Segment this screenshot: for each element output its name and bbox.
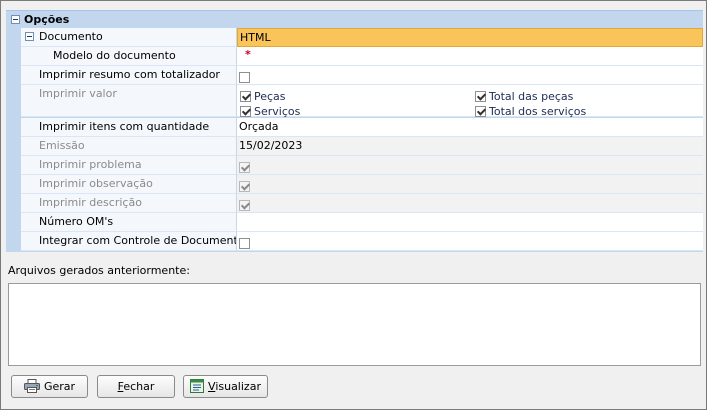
visualizar-button-label: isualizar <box>215 380 261 393</box>
row-modelo-label: Modelo do documento <box>21 47 237 66</box>
row-modelo[interactable]: Modelo do documento * <box>21 47 703 66</box>
emissao-value: 15/02/2023 <box>237 137 703 156</box>
row-imprimir-observacao[interactable]: Imprimir observação <box>21 175 703 194</box>
category-opcoes[interactable]: Opções <box>6 10 703 28</box>
row-imprimir-itens[interactable]: Imprimir itens com quantidade Orçada <box>21 118 703 137</box>
row-integrar-label: Integrar com Controle de Documentos <box>21 232 237 251</box>
option-servicos-label: Serviços <box>254 105 301 118</box>
row-documento[interactable]: Documento HTML <box>21 28 703 47</box>
fechar-button-label: echar <box>123 380 155 393</box>
imprimir-problema-value <box>237 156 703 175</box>
gerar-button[interactable]: Gerar <box>11 375 88 398</box>
option-total-servicos-label: Total dos serviços <box>489 105 587 118</box>
row-imprimir-problema[interactable]: Imprimir problema <box>21 156 703 175</box>
imprimir-valor-value: Peças Total das peças Serviços Total dos… <box>237 85 703 118</box>
row-imprimir-problema-label: Imprimir problema <box>21 156 237 175</box>
imprimir-itens-value[interactable]: Orçada <box>237 118 703 137</box>
integrar-value[interactable] <box>237 232 703 251</box>
modelo-value[interactable] <box>237 47 703 66</box>
imprimir-observacao-checkbox <box>239 180 250 192</box>
total-servicos-checkbox[interactable] <box>475 106 486 117</box>
row-numero-om[interactable]: Número OM's <box>21 213 703 232</box>
row-imprimir-descricao[interactable]: Imprimir descrição <box>21 194 703 213</box>
pecas-checkbox[interactable] <box>240 91 251 102</box>
row-documento-label: Documento <box>39 30 103 43</box>
category-label: Opções <box>24 13 70 26</box>
imprimir-resumo-value[interactable] <box>237 66 703 85</box>
row-emissao-label: Emissão <box>21 137 237 156</box>
property-grid: Opções Documento HTML Modelo do document… <box>6 10 703 252</box>
row-integrar[interactable]: Integrar com Controle de Documentos <box>21 232 703 251</box>
imprimir-resumo-checkbox[interactable] <box>239 71 250 83</box>
total-pecas-checkbox[interactable] <box>475 91 486 102</box>
row-imprimir-descricao-label: Imprimir descrição <box>21 194 237 213</box>
option-pecas-label: Peças <box>254 90 286 103</box>
imprimir-observacao-value <box>237 175 703 194</box>
collapse-icon[interactable] <box>25 32 34 41</box>
documento-value[interactable]: HTML <box>237 28 703 47</box>
row-emissao[interactable]: Emissão 15/02/2023 <box>21 137 703 156</box>
visualizar-button[interactable]: Visualizar <box>183 375 268 398</box>
files-label: Arquivos gerados anteriormente: <box>8 264 190 277</box>
imprimir-descricao-checkbox <box>239 199 250 211</box>
numero-om-value[interactable] <box>237 213 703 232</box>
row-documento-name-cell: Documento <box>21 28 237 47</box>
files-list[interactable] <box>8 283 701 366</box>
preview-icon <box>190 379 205 400</box>
row-imprimir-valor[interactable]: Imprimir valor Peças Total das peças Ser… <box>21 85 703 118</box>
imprimir-descricao-value <box>237 194 703 213</box>
gerar-button-label: Gerar <box>43 380 76 393</box>
imprimir-problema-checkbox <box>239 161 250 173</box>
integrar-checkbox[interactable] <box>239 237 250 249</box>
row-imprimir-valor-label: Imprimir valor <box>21 85 237 117</box>
row-numero-om-label: Número OM's <box>21 213 237 232</box>
fechar-button[interactable]: Fechar <box>97 375 175 398</box>
row-imprimir-resumo[interactable]: Imprimir resumo com totalizador <box>21 66 703 85</box>
row-imprimir-observacao-label: Imprimir observação <box>21 175 237 194</box>
row-imprimir-itens-label: Imprimir itens com quantidade <box>21 118 237 137</box>
servicos-checkbox[interactable] <box>240 106 251 117</box>
collapse-icon[interactable] <box>11 15 20 24</box>
printer-icon <box>23 379 40 400</box>
required-indicator: * <box>245 48 251 61</box>
option-total-pecas-label: Total das peças <box>489 90 574 103</box>
row-imprimir-resumo-label: Imprimir resumo com totalizador <box>21 66 237 85</box>
options-dialog: Opções Documento HTML Modelo do document… <box>0 0 707 410</box>
